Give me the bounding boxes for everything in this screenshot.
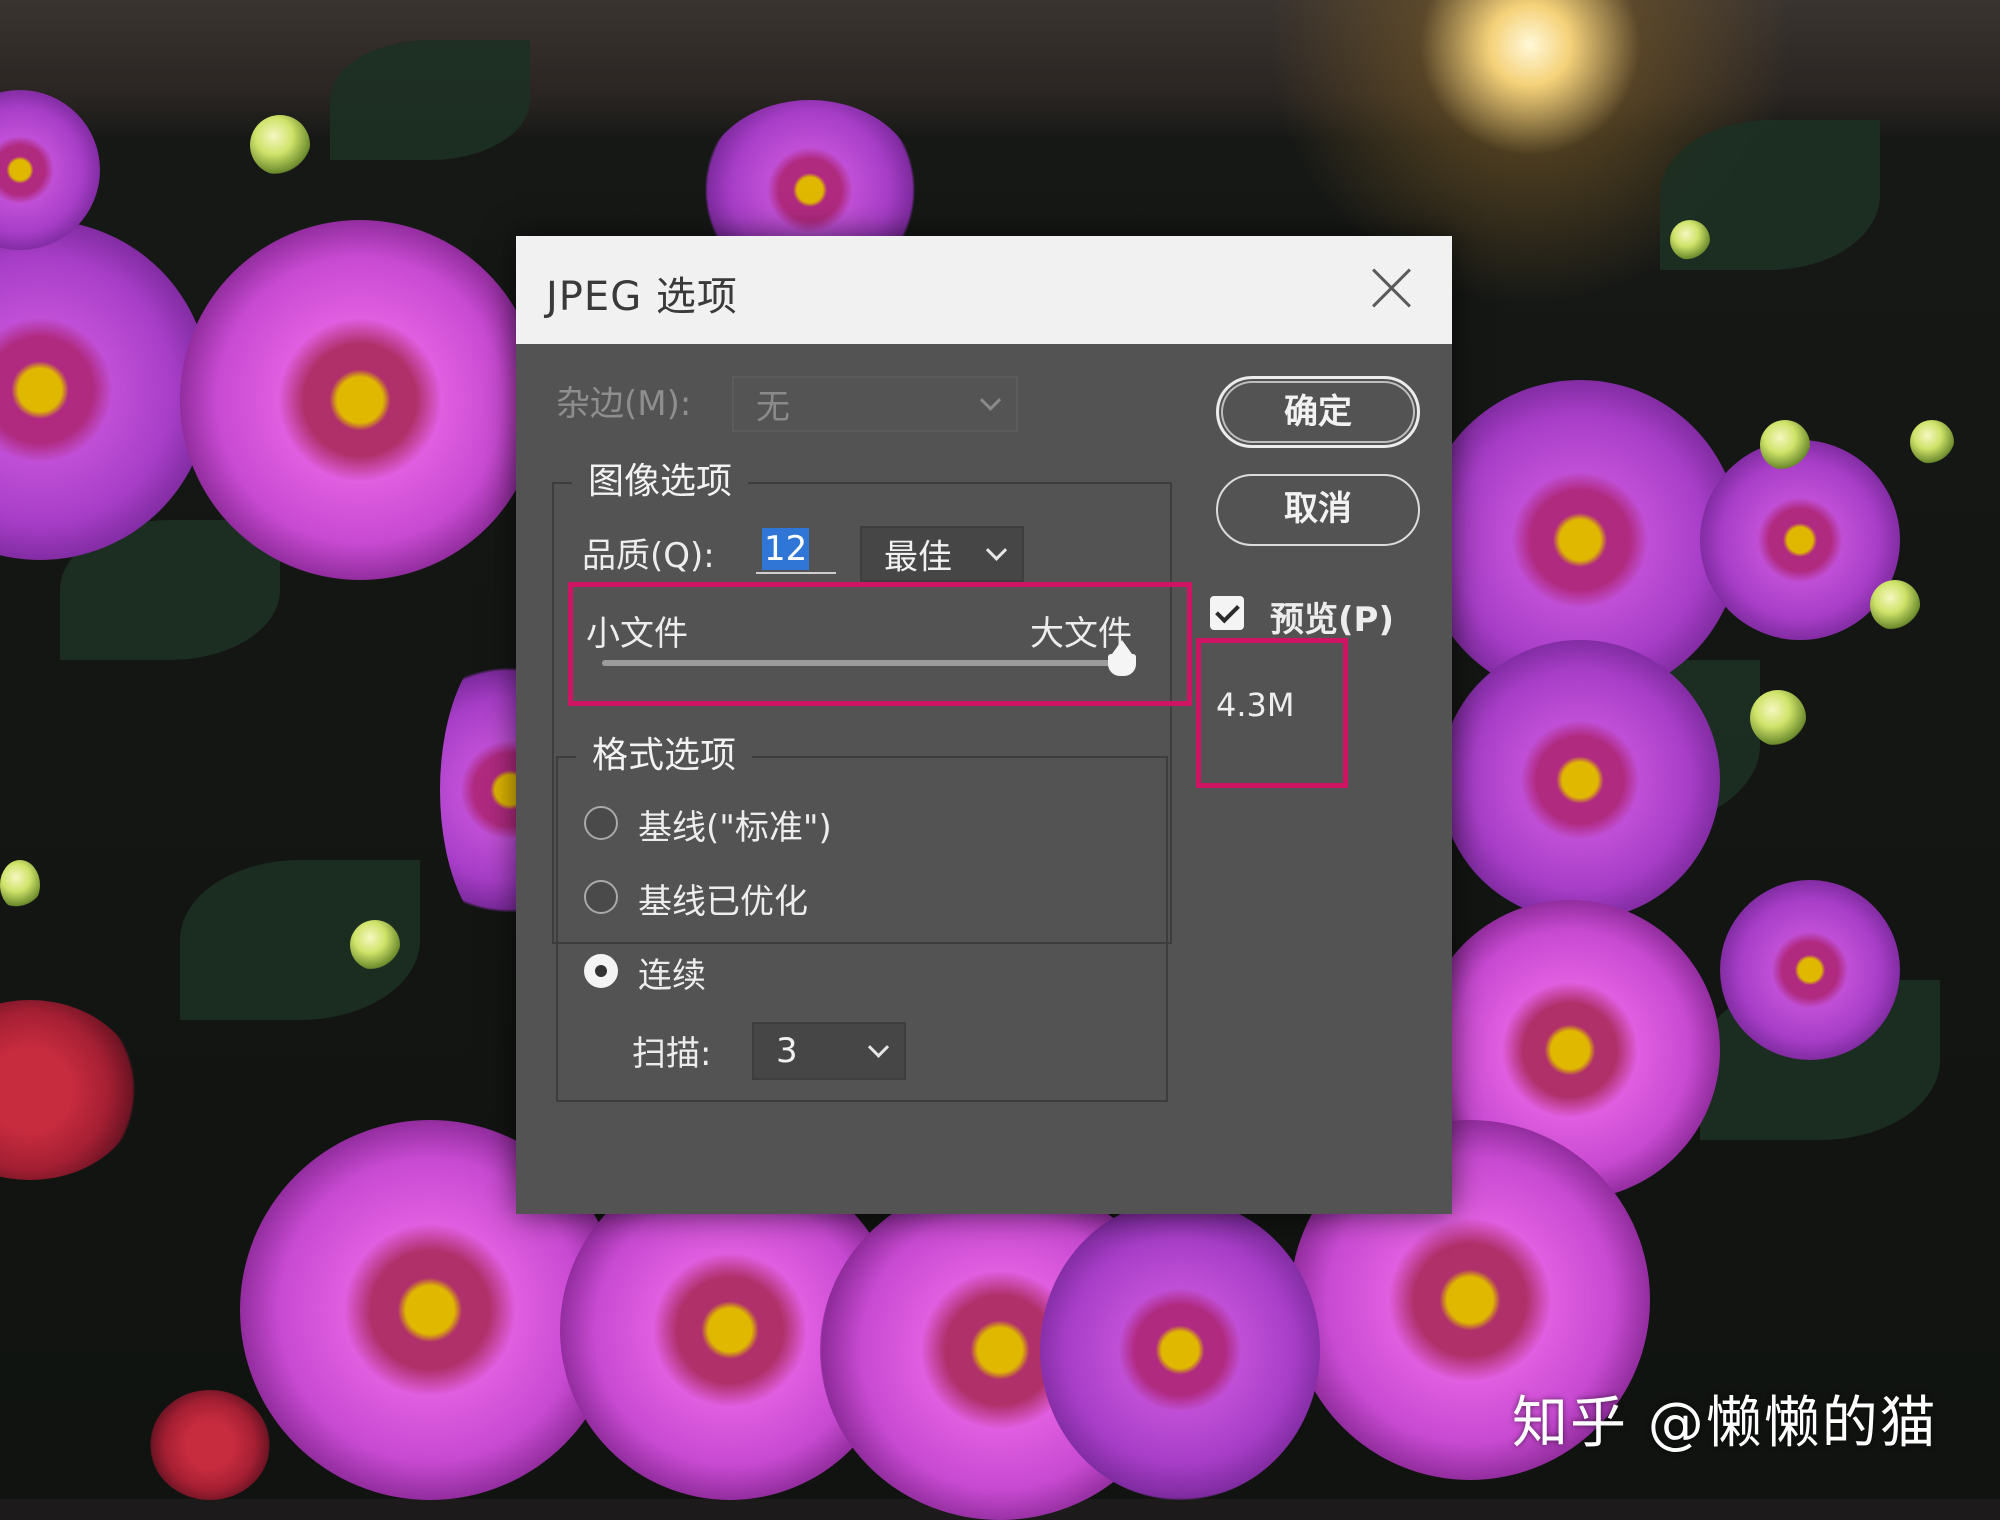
format-options-title: 格式选项 xyxy=(576,726,753,778)
jpeg-options-dialog: JPEG 选项 杂边(M): 无 图像选项 品质(Q): 12 最佳 小文件 大… xyxy=(516,236,1452,1214)
matte-label: 杂边(M): xyxy=(556,384,692,424)
ok-button[interactable]: 确定 xyxy=(1216,376,1420,448)
matte-dropdown[interactable]: 无 xyxy=(732,376,1018,432)
matte-value: 无 xyxy=(756,387,790,428)
radio-progressive-label: 连续 xyxy=(638,956,706,996)
quality-label: 品质(Q): xyxy=(582,536,715,576)
radio-baseline-optimized[interactable] xyxy=(584,880,618,914)
dialog-titlebar[interactable]: JPEG 选项 xyxy=(516,236,1452,344)
quality-preset-dropdown[interactable]: 最佳 xyxy=(860,526,1024,582)
preview-label: 预览(P) xyxy=(1270,600,1394,640)
quality-preset-value: 最佳 xyxy=(884,537,952,578)
watermark: 知乎 @懒懒的猫 xyxy=(1512,1391,1938,1456)
radio-baseline-optimized-label: 基线已优化 xyxy=(638,882,808,922)
preview-checkbox[interactable] xyxy=(1210,596,1244,630)
radio-progressive[interactable] xyxy=(584,954,618,988)
quality-value: 12 xyxy=(762,528,810,570)
radio-baseline-standard[interactable] xyxy=(584,806,618,840)
radio-baseline-standard-label: 基线("标准") xyxy=(638,808,832,848)
dialog-title: JPEG 选项 xyxy=(546,274,738,320)
close-icon[interactable] xyxy=(1370,266,1414,310)
slider-highlight-box xyxy=(568,582,1192,706)
scans-label: 扫描: xyxy=(632,1034,712,1074)
scans-dropdown[interactable]: 3 xyxy=(752,1022,906,1080)
chevron-down-icon xyxy=(985,539,1008,561)
scans-value: 3 xyxy=(776,1031,798,1071)
chevron-down-icon xyxy=(979,389,1002,411)
cancel-button[interactable]: 取消 xyxy=(1216,474,1420,546)
image-options-title: 图像选项 xyxy=(572,452,749,504)
quality-input[interactable]: 12 xyxy=(756,526,836,574)
chevron-down-icon xyxy=(867,1036,890,1058)
file-size-highlight-box xyxy=(1196,638,1348,788)
